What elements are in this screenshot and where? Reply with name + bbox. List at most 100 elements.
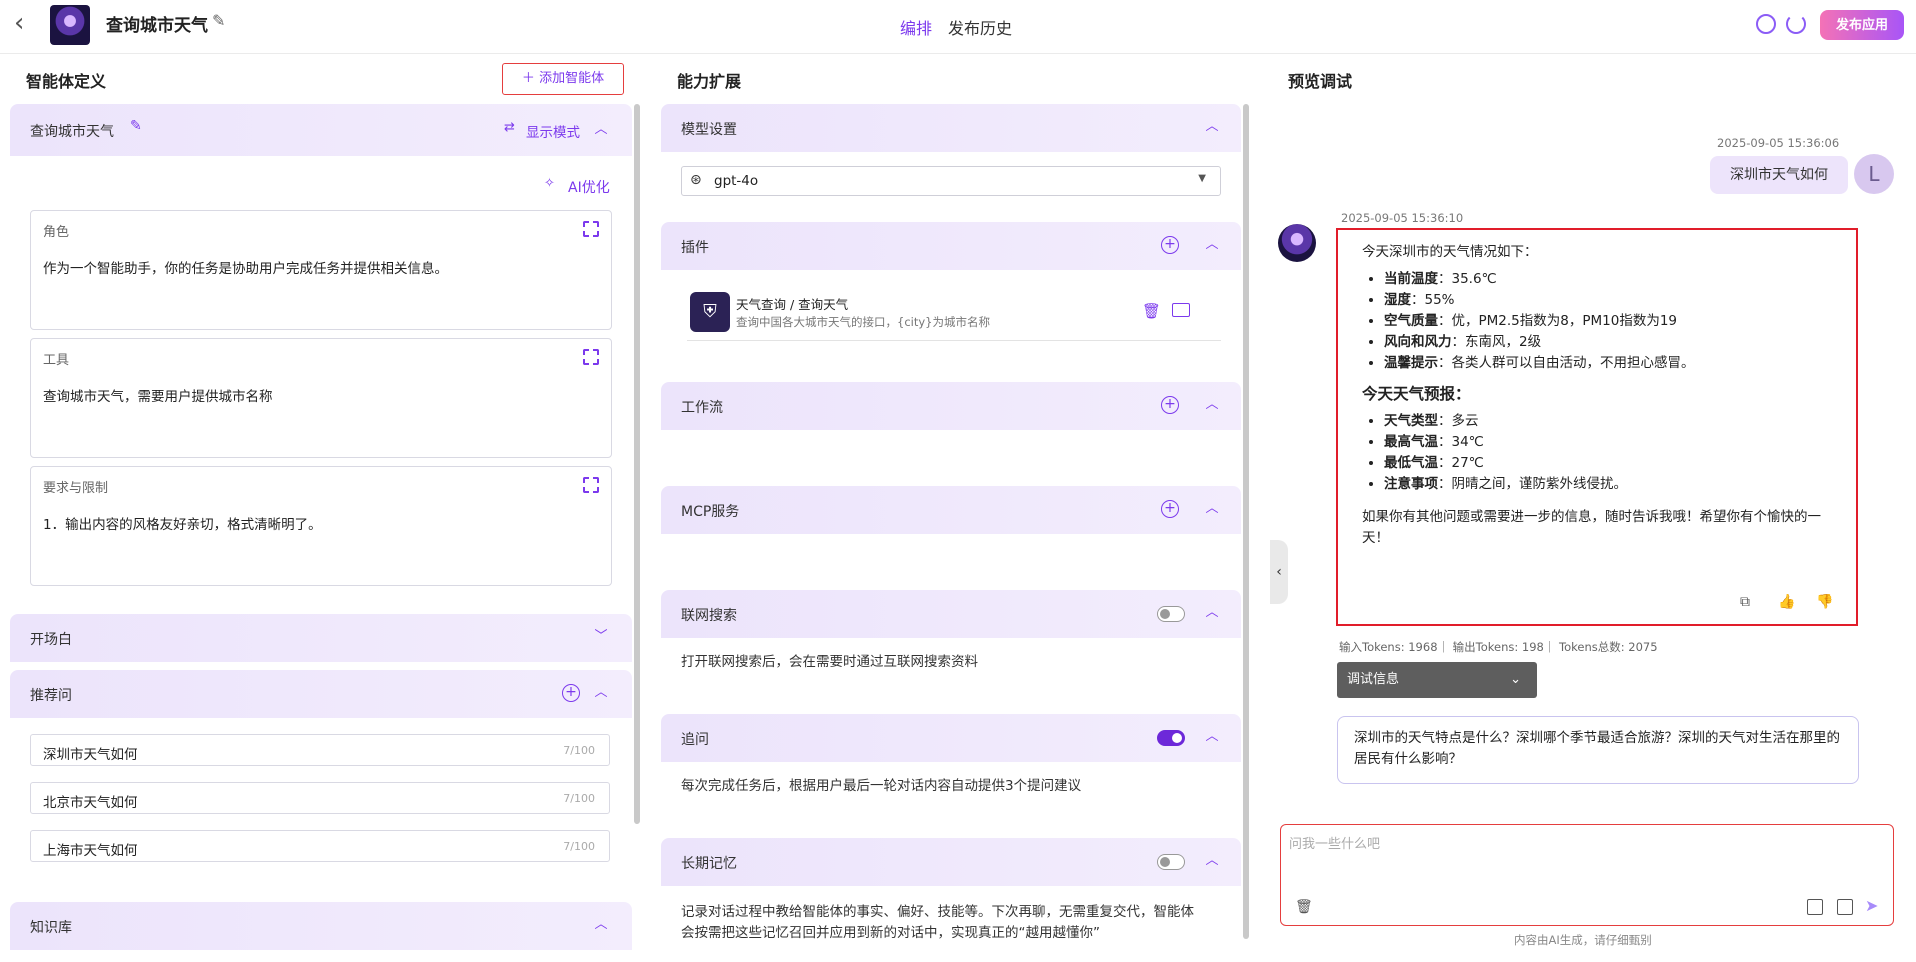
weather-list: 当前温度：35.6℃ 湿度：55% 空气质量：优，PM2.5指数为8，PM10指… xyxy=(1384,269,1832,374)
user-message: 深圳市天气如何 xyxy=(1710,156,1848,194)
chevron-up-icon[interactable]: ︿ xyxy=(592,916,610,934)
limit-text: 1．输出内容的风格友好亲切，格式清晰明了。 xyxy=(43,517,322,533)
clear-icon[interactable]: 🗑 xyxy=(1295,899,1313,915)
question-input[interactable]: 深圳市天气如何 7/100 xyxy=(30,734,610,766)
list-item: 空气质量：优，PM2.5指数为8，PM10指数为19 xyxy=(1384,311,1832,332)
bot-answer: 今天深圳市的天气情况如下： 当前温度：35.6℃ 湿度：55% 空气质量：优，P… xyxy=(1336,228,1858,626)
display-mode-icon[interactable]: ⇄ xyxy=(504,120,515,135)
bot-avatar xyxy=(1278,224,1316,262)
role-box[interactable]: 角色 作为一个智能助手，你的任务是协助用户完成任务并提供相关信息。 xyxy=(30,210,612,330)
question-input[interactable]: 上海市天气如何 7/100 xyxy=(30,830,610,862)
expand-icon[interactable] xyxy=(583,477,599,493)
websearch-header: 联网搜索 ︿ xyxy=(661,590,1241,638)
agent-name: 查询城市天气 xyxy=(30,124,114,140)
chevron-up-icon[interactable]: ︿ xyxy=(1203,852,1221,870)
memory-desc-line2: 会按需把这些记忆召回并应用到新的对话中，实现真正的“越用越懂你” xyxy=(681,925,1100,941)
chevron-up-icon[interactable]: ︿ xyxy=(592,684,610,702)
middle-scrollbar[interactable] xyxy=(1243,104,1249,939)
model-select[interactable]: ⊛ gpt-4o ▼ xyxy=(681,166,1221,196)
followup-toggle[interactable] xyxy=(1157,730,1185,746)
add-agent-label: 添加智能体 xyxy=(539,71,605,86)
app-avatar xyxy=(50,5,90,45)
question-text: 上海市天气如何 xyxy=(43,843,138,859)
websearch-toggle[interactable] xyxy=(1157,606,1185,622)
char-count: 7/100 xyxy=(563,792,595,805)
settings-icon[interactable] xyxy=(1756,14,1776,34)
user-msg-time: 2025-09-05 15:36:06 xyxy=(1717,136,1840,150)
suggested-questions[interactable]: 深圳市的天气特点是什么？深圳哪个季节最适合旅游？深圳的天气对生活在那里的居民有什… xyxy=(1337,716,1859,784)
answer-intro: 今天深圳市的天气情况如下： xyxy=(1362,244,1538,260)
capability-title: 能力扩展 xyxy=(677,72,742,91)
send-icon[interactable]: ➤ xyxy=(1865,896,1878,915)
list-item: 风向和风力：东南风，2级 xyxy=(1384,332,1832,353)
delete-plugin-icon[interactable]: 🗑 xyxy=(1142,302,1161,320)
openai-icon: ⊛ xyxy=(690,172,702,188)
preview-title: 预览调试 xyxy=(1288,72,1353,91)
websearch-section: 联网搜索 ︿ 打开联网搜索后，会在需要时通过互联网搜索资料 xyxy=(661,590,1241,704)
window-icon[interactable] xyxy=(1172,303,1190,317)
copy-icon[interactable]: ⧉ xyxy=(1740,592,1756,610)
list-item: 最低气温：27℃ xyxy=(1384,453,1832,474)
magic-wand-icon: ✧ xyxy=(544,176,555,191)
limit-box[interactable]: 要求与限制 1．输出内容的风格友好亲切，格式清晰明了。 xyxy=(30,466,612,586)
memory-toggle[interactable] xyxy=(1157,854,1185,870)
question-text: 深圳市天气如何 xyxy=(43,747,138,763)
chevron-up-icon[interactable]: ︿ xyxy=(1203,604,1221,622)
websearch-desc: 打开联网搜索后，会在需要时通过互联网搜索资料 xyxy=(681,654,978,670)
followup-header: 追问 ︿ xyxy=(661,714,1241,762)
chevron-up-icon[interactable]: ︿ xyxy=(1203,118,1221,136)
collapse-panel-icon[interactable]: ‹ xyxy=(1270,540,1288,604)
tab-edit[interactable]: 编排 xyxy=(900,15,932,39)
add-mcp-icon[interactable]: + xyxy=(1161,500,1179,518)
upload-file-icon[interactable] xyxy=(1807,899,1823,915)
add-workflow-icon[interactable]: + xyxy=(1161,396,1179,414)
limit-label: 要求与限制 xyxy=(43,481,109,496)
input-placeholder: 问我一些什么吧 xyxy=(1289,837,1381,852)
list-item: 温馨提示：各类人群可以自由活动，不用担心感冒。 xyxy=(1384,353,1832,374)
tool-label: 工具 xyxy=(43,353,70,368)
edit-title-icon[interactable]: ✎ xyxy=(212,11,225,30)
expand-icon[interactable] xyxy=(583,349,599,365)
edit-agent-icon[interactable]: ✎ xyxy=(130,118,142,134)
chevron-down-icon[interactable]: ﹀ xyxy=(592,628,610,646)
followup-section: 追问 ︿ 每次完成任务后，根据用户最后一轮对话内容自动提供3个提问建议 xyxy=(661,714,1241,828)
left-scrollbar[interactable] xyxy=(634,104,640,824)
plugin-header: 插件 + ︿ xyxy=(661,222,1241,270)
model-value: gpt-4o xyxy=(714,173,759,189)
publish-button[interactable]: 发布应用 xyxy=(1820,10,1904,40)
chat-input[interactable]: 问我一些什么吧 🗑 ➤ xyxy=(1280,824,1894,926)
list-item: 湿度：55% xyxy=(1384,290,1832,311)
chevron-up-icon[interactable]: ︿ xyxy=(1203,236,1221,254)
plugin-name: 天气查询 / 查询天气 xyxy=(736,297,849,312)
question-input[interactable]: 北京市天气如何 7/100 xyxy=(30,782,610,814)
tool-box[interactable]: 工具 查询城市天气，需要用户提供城市名称 xyxy=(30,338,612,458)
memory-label: 长期记忆 xyxy=(681,856,737,872)
history-icon[interactable] xyxy=(1786,14,1806,34)
ai-optimize-button[interactable]: AI优化 xyxy=(568,177,610,197)
opening-section[interactable]: 开场白 ﹀ xyxy=(10,614,632,662)
expand-icon[interactable] xyxy=(583,221,599,237)
debug-info-button[interactable]: 调试信息 ⌄ xyxy=(1337,662,1537,698)
chevron-up-icon[interactable]: ︿ xyxy=(592,121,610,139)
display-mode-button[interactable]: 显示模式 xyxy=(526,121,580,141)
chevron-down-icon: ⌄ xyxy=(1510,672,1521,687)
debug-label: 调试信息 xyxy=(1347,672,1400,687)
add-agent-button[interactable]: ＋ 添加智能体 xyxy=(502,63,624,95)
chevron-up-icon[interactable]: ︿ xyxy=(1203,500,1221,518)
back-icon[interactable]: ‹ xyxy=(14,10,40,38)
chevron-up-icon[interactable]: ︿ xyxy=(1203,396,1221,414)
list-item: 注意事项：阴晴之间，谨防紫外线侵扰。 xyxy=(1384,474,1832,495)
bot-msg-time: 2025-09-05 15:36:10 xyxy=(1341,211,1464,225)
tab-publish-history[interactable]: 发布历史 xyxy=(948,15,1012,39)
chevron-up-icon[interactable]: ︿ xyxy=(1203,728,1221,746)
thumbs-down-icon[interactable]: 👎 xyxy=(1816,592,1833,610)
add-question-icon[interactable]: + xyxy=(562,684,580,702)
add-plugin-icon[interactable]: + xyxy=(1161,236,1179,254)
image-icon[interactable] xyxy=(1837,899,1853,915)
thumbs-up-icon[interactable]: 👍 xyxy=(1778,592,1795,610)
workflow-header: 工作流 + ︿ xyxy=(661,382,1241,430)
memory-header: 长期记忆 ︿ xyxy=(661,838,1241,886)
agent-panel: 查询城市天气 ✎ ⇄ 显示模式 ︿ ✧ AI优化 角色 作为一个智能助手，你的任… xyxy=(10,104,632,604)
mcp-label: MCP服务 xyxy=(681,504,740,520)
recommend-label: 推荐问 xyxy=(30,688,72,704)
